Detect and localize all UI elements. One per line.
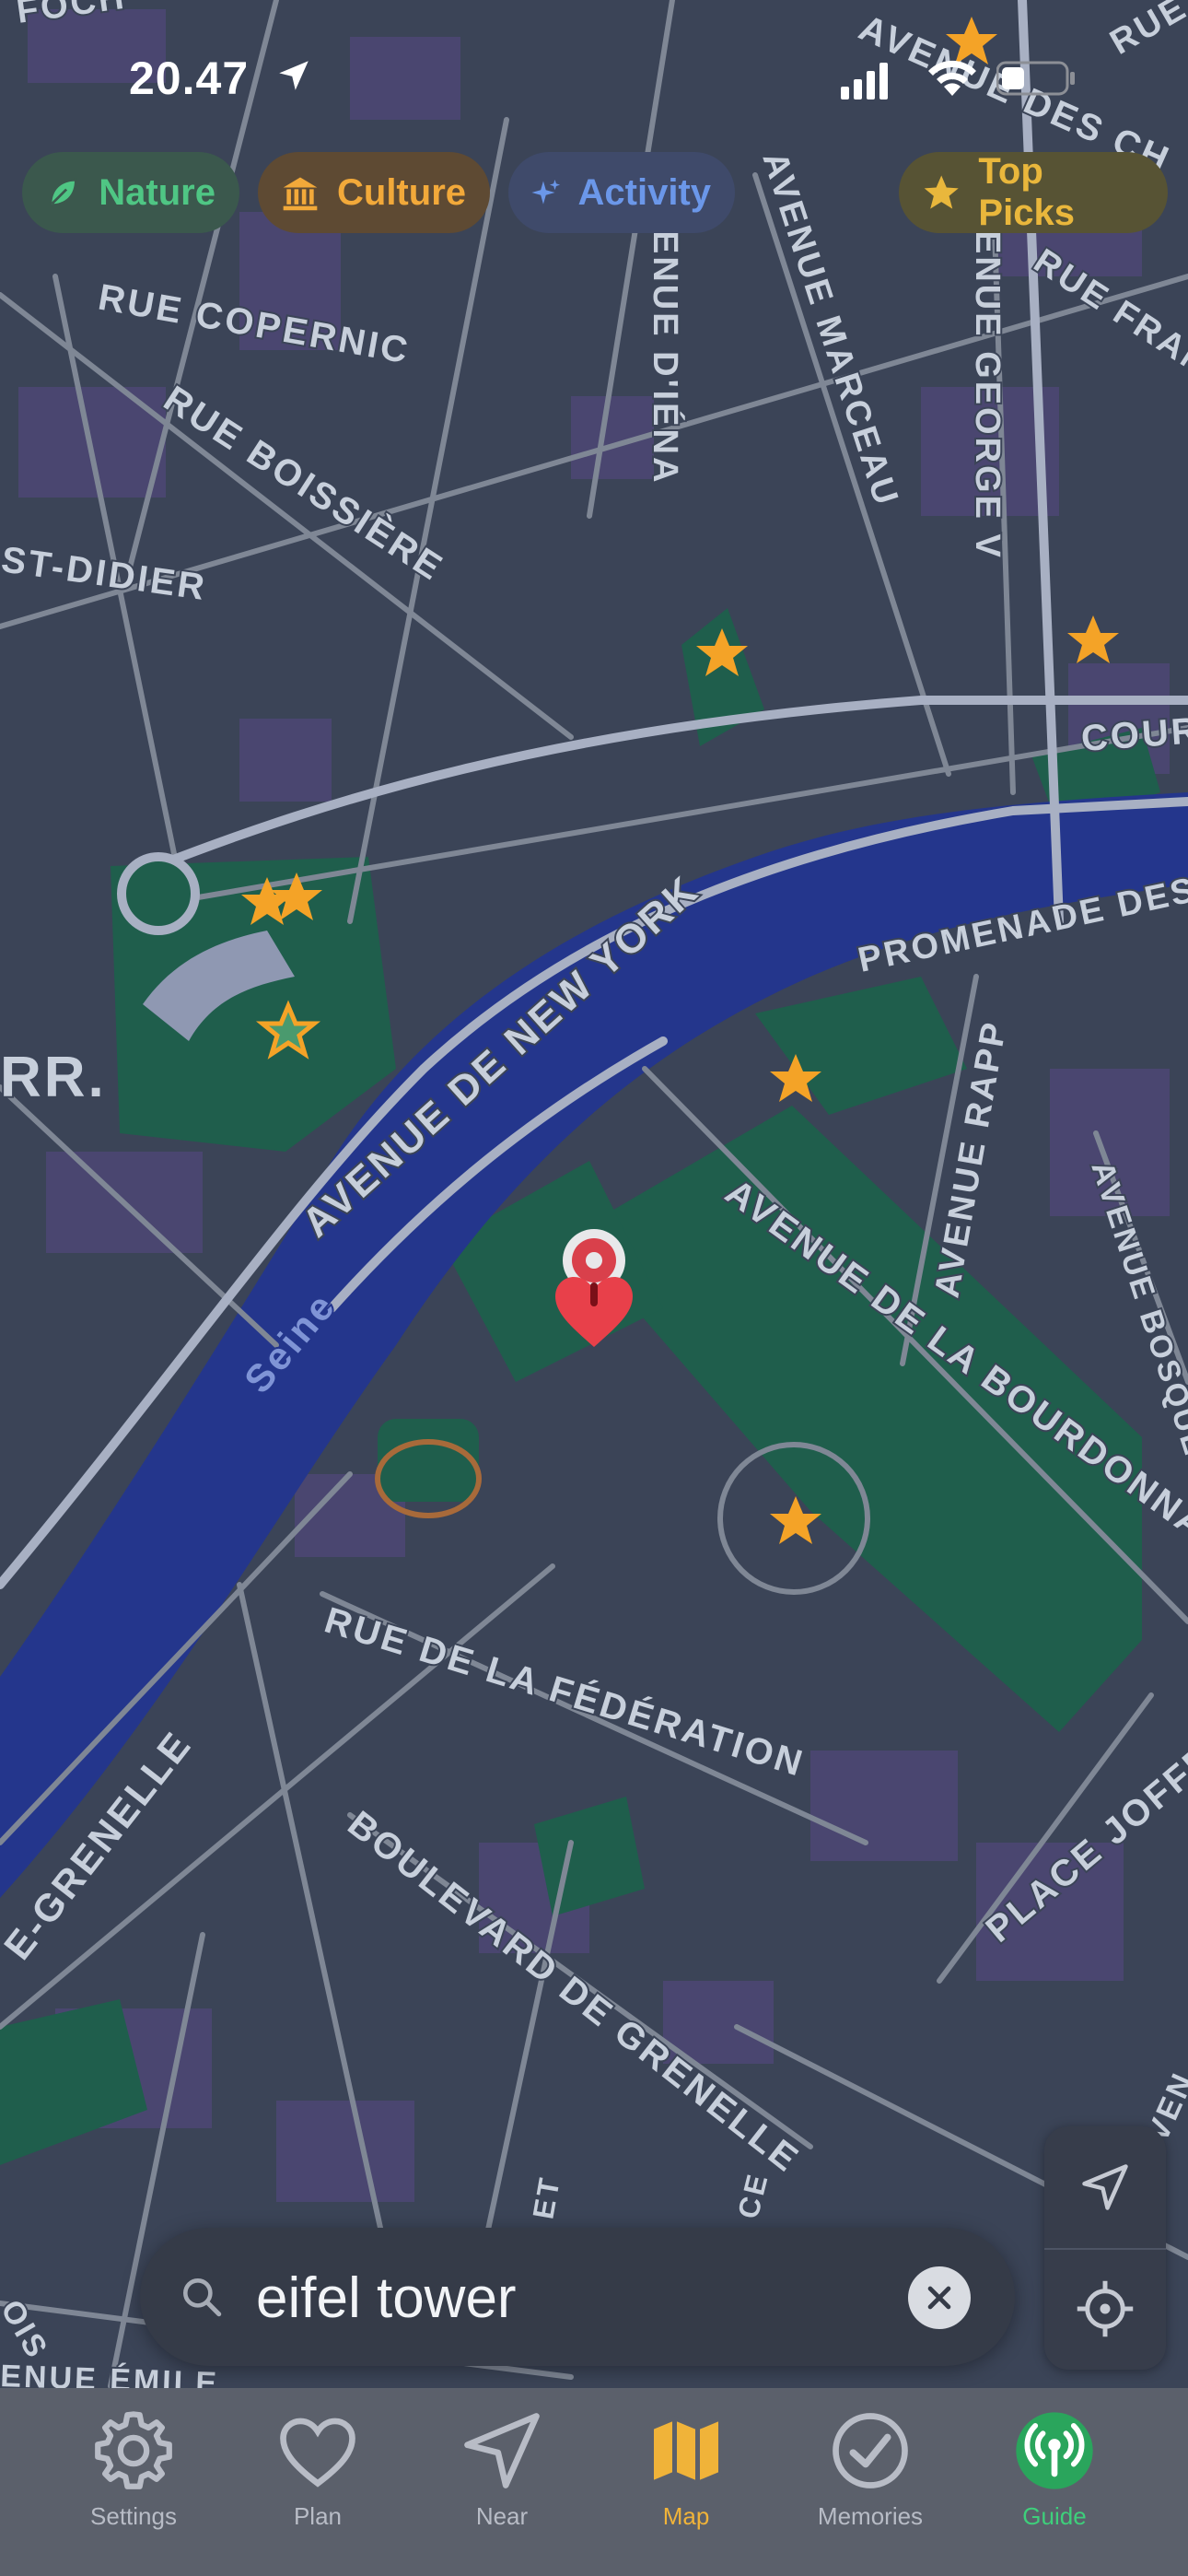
chip-label: Top Picks [978, 151, 1075, 233]
chip-label: Activity [577, 171, 712, 213]
filter-chip-top-picks[interactable]: Top Picks [899, 151, 1168, 233]
heart-icon [280, 2418, 355, 2488]
recenter-button[interactable] [1044, 2248, 1166, 2370]
navigation-arrow-icon [464, 2413, 540, 2488]
map-controls [1044, 2126, 1166, 2370]
filter-chip-activity[interactable]: Activity [508, 152, 735, 233]
district-label: RR. [0, 1046, 107, 1109]
tab-bar: Settings Plan Near Map Memories Guide [0, 2388, 1188, 2576]
tab-label: Settings [90, 2502, 177, 2530]
tab-near[interactable]: Near [419, 2405, 585, 2543]
status-time: 20.47 [129, 53, 250, 104]
crosshair-icon [1077, 2280, 1134, 2337]
broadcast-icon [1016, 2412, 1093, 2489]
map-view[interactable]: AVENUE DES CH RUE COPERNIC RUE BOISSIÈRE… [0, 0, 1188, 2576]
tab-label: Near [475, 2502, 529, 2530]
cellular-signal-icon [841, 63, 888, 100]
street-label: COUR [1080, 710, 1188, 759]
status-bar: 20.47 [0, 0, 1188, 157]
tab-label: Memories [817, 2502, 924, 2530]
checkmark-circle-icon [833, 2413, 908, 2488]
leaf-icon [49, 178, 77, 207]
tab-label: Plan [293, 2502, 343, 2530]
gear-icon [95, 2411, 172, 2489]
navigation-arrow-icon [1082, 2164, 1128, 2210]
filter-chip-culture[interactable]: Culture [258, 152, 490, 233]
navigate-button[interactable] [1044, 2126, 1166, 2250]
location-arrow-icon [279, 61, 309, 90]
search-icon [183, 2278, 222, 2317]
chip-label: Nature [99, 171, 215, 213]
sparkle-icon [531, 180, 561, 205]
street-label: ENUE D'IÉNA [646, 230, 686, 485]
filter-chip-nature[interactable]: Nature [22, 152, 239, 233]
search-input[interactable] [254, 2257, 884, 2338]
wifi-icon [928, 60, 976, 96]
clear-search-button[interactable] [908, 2266, 971, 2329]
tab-plan[interactable]: Plan [235, 2405, 401, 2543]
star-icon [924, 175, 959, 209]
close-icon [927, 2286, 951, 2310]
street-label: ENUE GEORGE V [968, 230, 1007, 560]
chip-label: Culture [337, 171, 466, 213]
map-icon [649, 2416, 723, 2486]
battery-icon [996, 61, 1075, 96]
tab-memories[interactable]: Memories [787, 2405, 953, 2543]
museum-icon [283, 177, 318, 211]
tab-label: Guide [1022, 2502, 1087, 2530]
search-bar [140, 2228, 1015, 2366]
tab-guide[interactable]: Guide [972, 2405, 1137, 2543]
tab-settings[interactable]: Settings [51, 2405, 216, 2543]
tab-label: Map [662, 2502, 710, 2530]
tab-map[interactable]: Map [603, 2405, 769, 2543]
trocadero-roundabout [117, 852, 200, 935]
